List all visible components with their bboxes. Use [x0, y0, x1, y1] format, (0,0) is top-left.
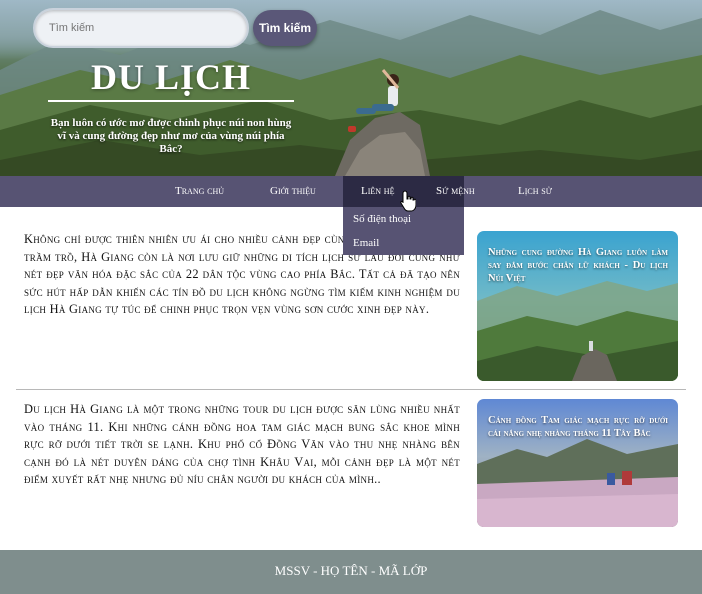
hero-subtitle: Bạn luôn có ước mơ được chinh phục núi n…	[50, 117, 292, 155]
nav-item-lich-su[interactable]: Lịch sử	[509, 176, 561, 207]
article-paragraph-2: Du lịch Hà Giang là một trong những tour…	[24, 402, 460, 486]
article-card-2[interactable]: Cánh đồng Tam giác mạch rực rỡ dưới cái …	[477, 399, 678, 527]
dropdown-item-email[interactable]: Email	[343, 231, 464, 255]
nav-item-gioi-thieu[interactable]: Giới thiệu	[261, 176, 325, 207]
footer: MSSV - HỌ TÊN - MÃ LỚP	[0, 550, 702, 594]
lien-he-dropdown: Số điện thoại Email	[343, 207, 464, 255]
search-input[interactable]	[33, 8, 249, 48]
hero-title-underline	[48, 100, 294, 102]
hand-pointer-icon	[400, 190, 416, 212]
card-caption-1: Những cung đường Hà Giang luôn làm say đ…	[488, 247, 668, 284]
hero-title: DU LỊCH	[90, 57, 252, 97]
hero-banner: Tìm kiếm DU LỊCH Bạn luôn có ước mơ được…	[0, 0, 702, 176]
card-caption-2: Cánh đồng Tam giác mạch rực rỡ dưới cái …	[488, 415, 668, 439]
nav-item-su-menh[interactable]: Sứ mệnh	[427, 176, 484, 207]
main-nav: Trang chủ Giới thiệu Liên hệ Sứ mệnh Lịc…	[0, 176, 702, 207]
section-divider	[16, 389, 686, 390]
footer-text: MSSV - HỌ TÊN - MÃ LỚP	[274, 563, 428, 578]
search-button[interactable]: Tìm kiếm	[253, 10, 317, 46]
nav-item-trang-chu[interactable]: Trang chủ	[166, 176, 233, 207]
article-card-1[interactable]: Những cung đường Hà Giang luôn làm say đ…	[477, 231, 678, 381]
